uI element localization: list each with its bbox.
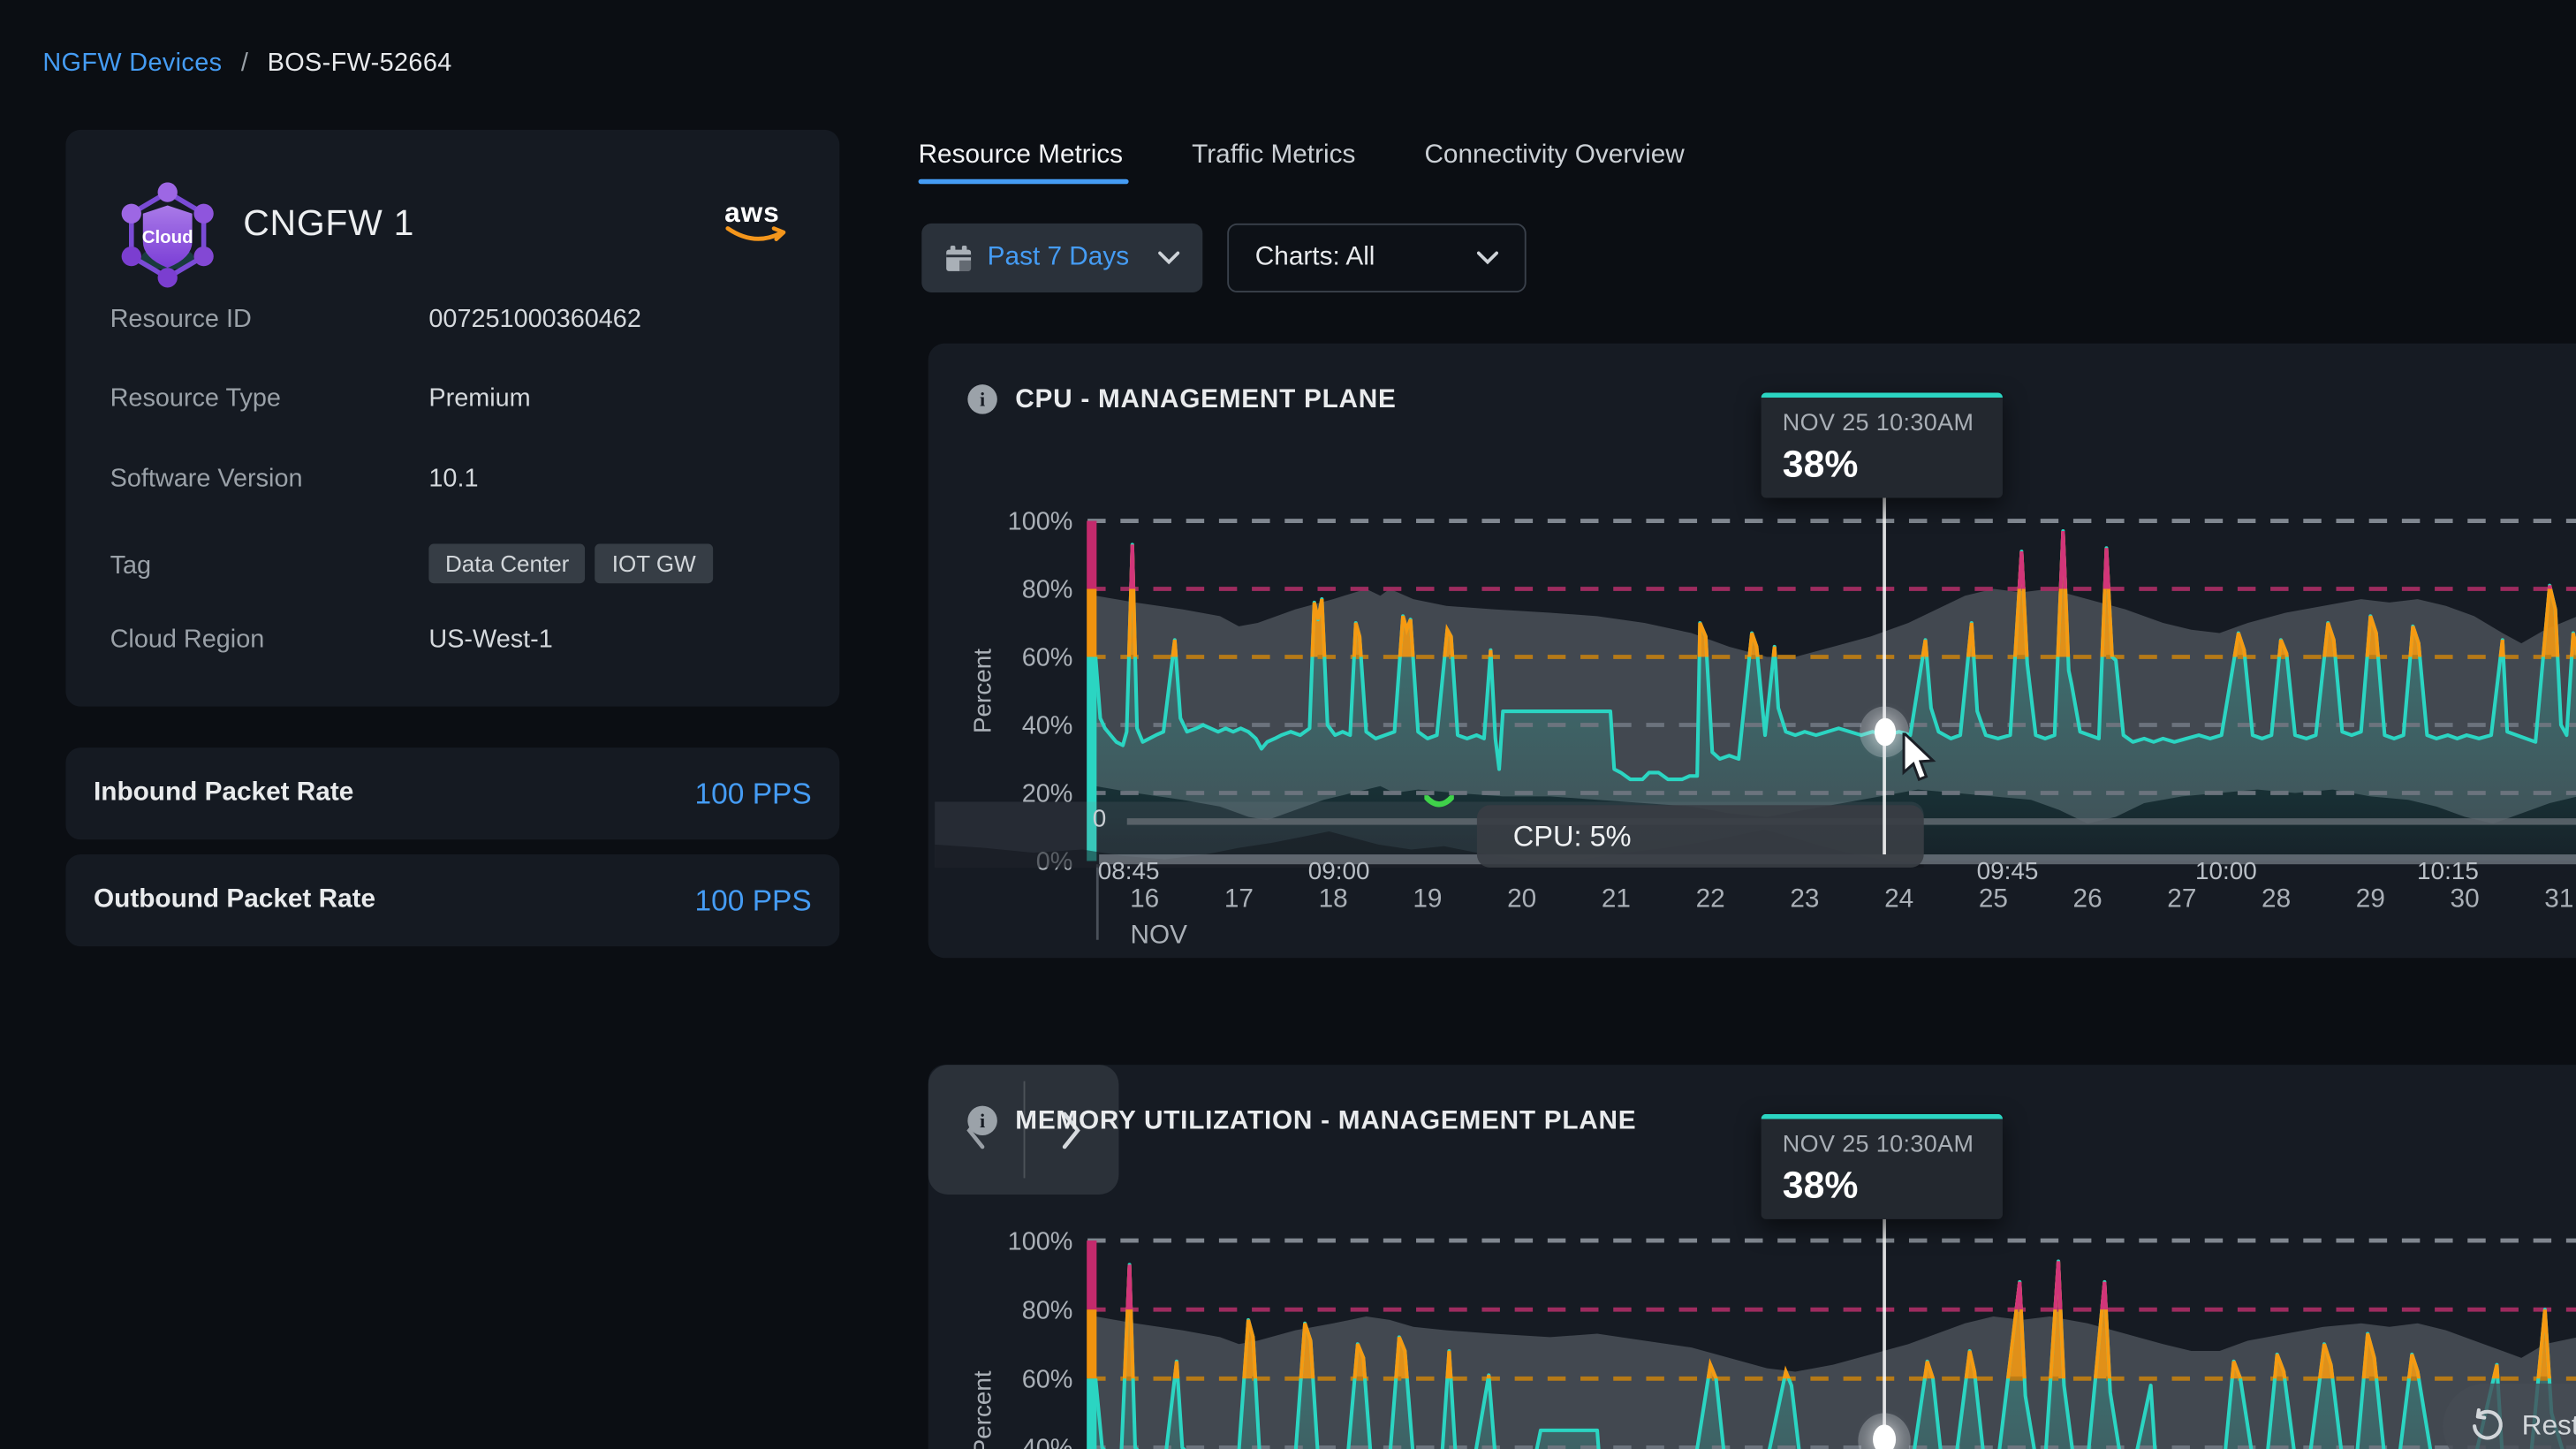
info-row-resource-type: Resource Type Premium bbox=[65, 384, 839, 424]
memory-tooltip: NOV 25 10:30AM 38% bbox=[1762, 1114, 2003, 1219]
y-tick-label: 40% bbox=[1022, 1435, 1073, 1449]
tab-traffic-metrics[interactable]: Traffic Metrics bbox=[1192, 141, 1355, 171]
tag-chip: Data Center bbox=[428, 544, 586, 584]
overlay-time-tick: 10:15 bbox=[2417, 858, 2479, 886]
app-viewport: NGFW Devices / BOS-FW-52664 Cloud CNGFW … bbox=[0, 0, 2576, 1449]
x-tick-label: 19 bbox=[1413, 884, 1442, 914]
restart-button[interactable]: Restart bbox=[2443, 1384, 2576, 1449]
info-row-software-version: Software Version 10.1 bbox=[65, 465, 839, 504]
overlay-time-tick: 09:00 bbox=[1308, 858, 1370, 886]
memory-tooltip-timestamp: NOV 25 10:30AM bbox=[1783, 1132, 1981, 1158]
time-range-dropdown[interactable]: Past 7 Days bbox=[921, 224, 1202, 292]
svg-text:Cloud: Cloud bbox=[142, 227, 193, 247]
cpu-tooltip: NOV 25 10:30AM 38% bbox=[1762, 392, 2003, 497]
x-tick-label: 18 bbox=[1319, 884, 1348, 914]
colorbar-warning bbox=[1087, 589, 1096, 657]
colorbar-critical bbox=[1087, 1240, 1096, 1309]
breadcrumb-separator: / bbox=[241, 49, 248, 78]
y-axis-label: Percent bbox=[968, 649, 996, 733]
tab-resource-metrics[interactable]: Resource Metrics bbox=[919, 141, 1124, 171]
y-tick-label: 60% bbox=[1022, 644, 1073, 672]
x-tick-label: 22 bbox=[1696, 884, 1725, 914]
memory-tooltip-value: 38% bbox=[1783, 1164, 1981, 1208]
colorbar-critical bbox=[1087, 521, 1096, 589]
mouse-cursor bbox=[1901, 732, 1941, 785]
info-row-cloud-region: Cloud Region US-West-1 bbox=[65, 626, 839, 666]
x-tick-label: 17 bbox=[1224, 884, 1254, 914]
tab-bar: Resource Metrics Traffic Metrics Connect… bbox=[919, 141, 1685, 171]
chevron-down-icon bbox=[1158, 252, 1179, 265]
x-tick-label: 30 bbox=[2451, 884, 2480, 914]
tab-connectivity-overview[interactable]: Connectivity Overview bbox=[1424, 141, 1684, 171]
info-row-tag: Tag Data CenterIOT GW bbox=[65, 552, 839, 592]
outbound-packet-rate-label: Outbound Packet Rate bbox=[94, 885, 375, 914]
y-tick-label: 100% bbox=[1008, 1227, 1073, 1256]
x-tick-label: 23 bbox=[1790, 884, 1819, 914]
active-tab-underline bbox=[919, 179, 1129, 185]
overlay-time-tick: 09:45 bbox=[1977, 858, 2039, 886]
overlay-time-tick: 10:00 bbox=[2195, 858, 2257, 886]
x-tick-label: 28 bbox=[2262, 884, 2291, 914]
x-tick-label: 20 bbox=[1507, 884, 1536, 914]
inbound-packet-rate-card: Inbound Packet Rate 100 PPS bbox=[65, 747, 839, 839]
aws-smile-icon bbox=[724, 225, 790, 248]
device-profile-card: Cloud CNGFW 1 aws Resource ID 0072510003… bbox=[65, 130, 839, 707]
cloud-firewall-icon: Cloud bbox=[115, 182, 220, 287]
x-tick-label: 27 bbox=[2167, 884, 2196, 914]
x-tick-label: 25 bbox=[1979, 884, 2008, 914]
cpu-hover-readout: CPU: 5% bbox=[1477, 805, 1924, 868]
aws-logo-icon: aws bbox=[724, 202, 790, 252]
colorbar-normal bbox=[1087, 1378, 1096, 1449]
min-marker-icon bbox=[1424, 795, 1453, 810]
charts-filter-dropdown[interactable]: Charts: All bbox=[1227, 224, 1526, 292]
y-tick-label: 80% bbox=[1022, 576, 1073, 604]
cpu-chart-card: i CPU - MANAGEMENT PLANE 100%80%60%40%20… bbox=[928, 344, 2576, 959]
x-axis-month-label: NOV bbox=[1130, 920, 1187, 949]
time-range-label: Past 7 Days bbox=[988, 243, 1129, 272]
inbound-packet-rate-value: 100 PPS bbox=[695, 777, 812, 811]
outbound-packet-rate-card: Outbound Packet Rate 100 PPS bbox=[65, 854, 839, 946]
y-axis-label: Percent bbox=[968, 1370, 996, 1449]
breadcrumb-current: BOS-FW-52664 bbox=[268, 49, 452, 78]
device-name: CNGFW 1 bbox=[243, 202, 414, 245]
x-tick-label: 21 bbox=[1602, 884, 1631, 914]
x-tick-label: 31 bbox=[2544, 884, 2573, 914]
tag-chip: IOT GW bbox=[595, 544, 712, 584]
cpu-crosshair-line bbox=[1883, 497, 1885, 854]
y-tick-label: 60% bbox=[1022, 1366, 1073, 1394]
y-tick-label: 40% bbox=[1022, 712, 1073, 740]
memory-plot-group: 100% 80% 60% 40% Percent bbox=[968, 1227, 2576, 1449]
cpu-marker-dot[interactable] bbox=[1874, 718, 1895, 747]
x-tick-label: 26 bbox=[2073, 884, 2102, 914]
outbound-packet-rate-value: 100 PPS bbox=[695, 884, 812, 918]
x-tick-label: 29 bbox=[2356, 884, 2385, 914]
calendar-icon bbox=[944, 244, 973, 272]
cpu-tooltip-timestamp: NOV 25 10:30AM bbox=[1783, 411, 1981, 437]
x-tick-label: 16 bbox=[1130, 884, 1159, 914]
x-tick-label: 24 bbox=[1884, 884, 1913, 914]
colorbar-warning bbox=[1087, 1309, 1096, 1378]
cpu-tooltip-value: 38% bbox=[1783, 442, 1981, 486]
chevron-down-icon bbox=[1477, 252, 1498, 265]
inbound-packet-rate-label: Inbound Packet Rate bbox=[94, 778, 353, 808]
breadcrumb-parent-link[interactable]: NGFW Devices bbox=[42, 49, 222, 78]
cpu-plot-group: 100%80%60%40%20%0%Percent161718192021222… bbox=[968, 508, 2576, 950]
memory-chart-card: i MEMORY UTILIZATION - MANAGEMENT PLANE … bbox=[928, 1065, 2576, 1449]
overlay-time-tick: 08:45 bbox=[1098, 858, 1160, 886]
restart-icon bbox=[2469, 1408, 2505, 1445]
y-tick-label: 80% bbox=[1022, 1296, 1073, 1324]
overlay-zero-label: 0 bbox=[1093, 805, 1107, 833]
breadcrumb: NGFW Devices / BOS-FW-52664 bbox=[42, 49, 451, 79]
y-tick-label: 100% bbox=[1008, 508, 1073, 536]
info-row-resource-id: Resource ID 007251000360462 bbox=[65, 306, 839, 345]
memory-marker-dot[interactable] bbox=[1873, 1424, 1896, 1449]
memory-chart-plot[interactable]: 100% 80% 60% 40% Percent bbox=[928, 1065, 2576, 1449]
charts-filter-label: Charts: All bbox=[1255, 243, 1375, 272]
